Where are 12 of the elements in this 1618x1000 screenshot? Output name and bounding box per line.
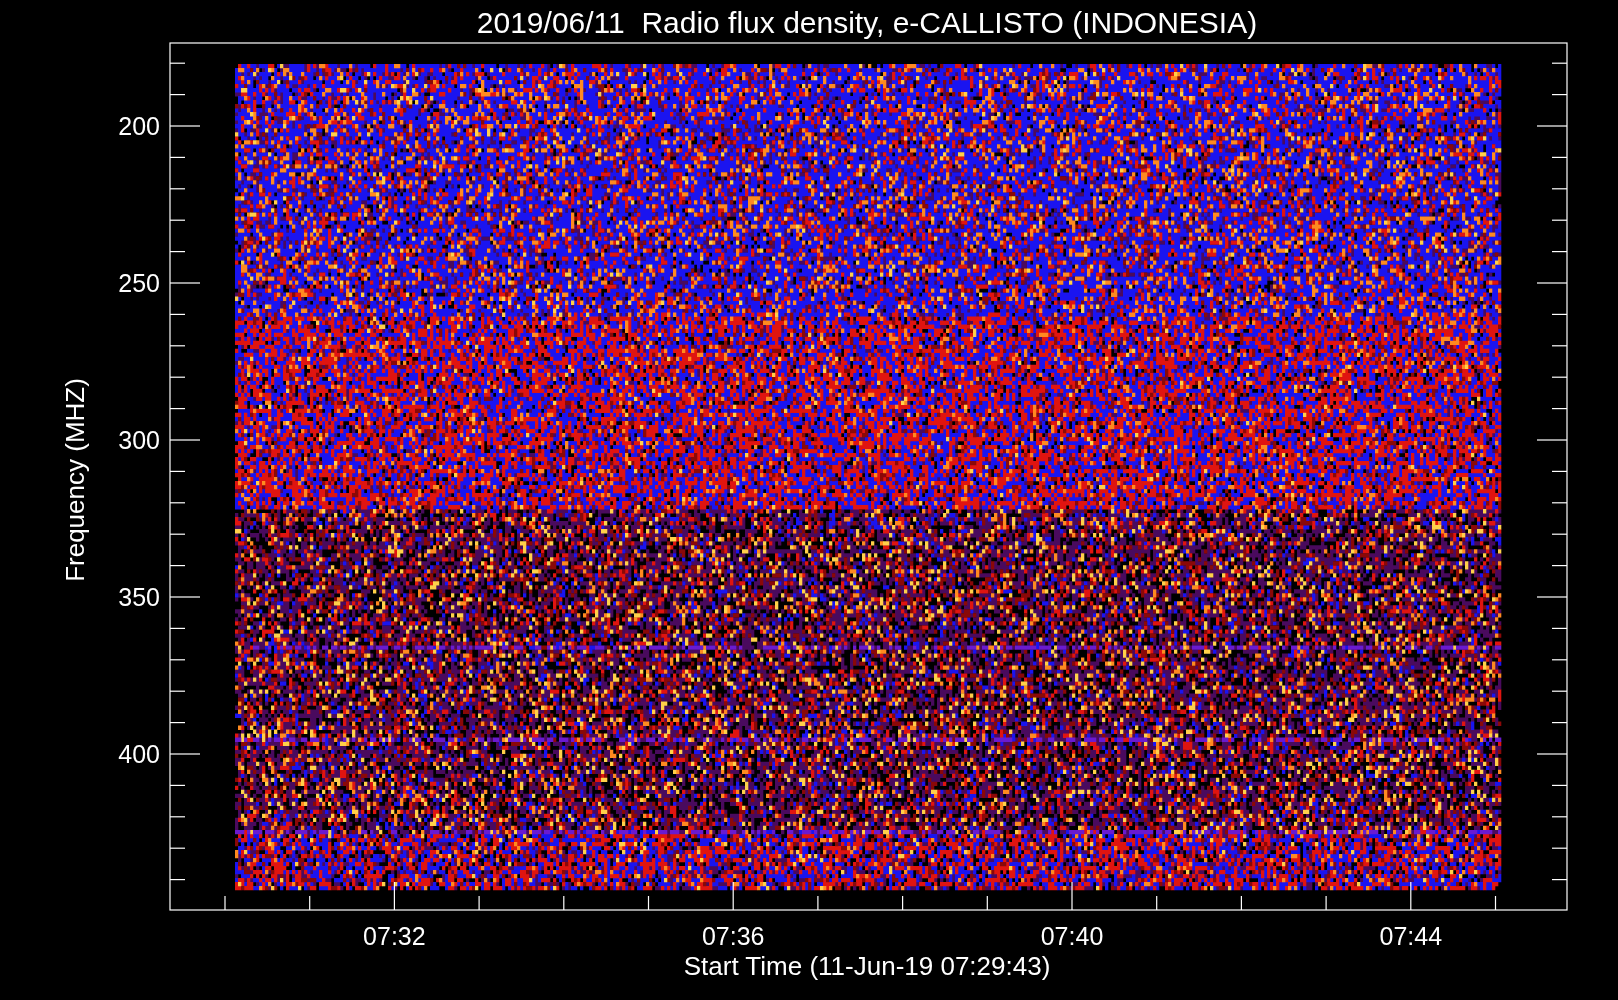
- x-tick-label: 07:44: [1379, 922, 1443, 950]
- x-axis-title: Start Time (11-Jun-19 07:29:43): [683, 951, 1051, 981]
- x-tick-label: 07:36: [701, 922, 765, 950]
- x-tick-label: 07:32: [363, 922, 426, 950]
- y-tick-label: 400: [118, 740, 160, 768]
- y-tick-label: 200: [118, 112, 160, 140]
- x-tick-label: 07:40: [1040, 922, 1104, 950]
- y-axis-title: Frequency (MHZ): [60, 378, 90, 582]
- y-tick-label: 300: [118, 426, 160, 454]
- y-tick-label: 250: [118, 269, 160, 297]
- y-tick-label: 350: [118, 583, 160, 611]
- chart-title: 2019/06/11 Radio flux density, e-CALLISTO (INDONESIA): [476, 6, 1258, 39]
